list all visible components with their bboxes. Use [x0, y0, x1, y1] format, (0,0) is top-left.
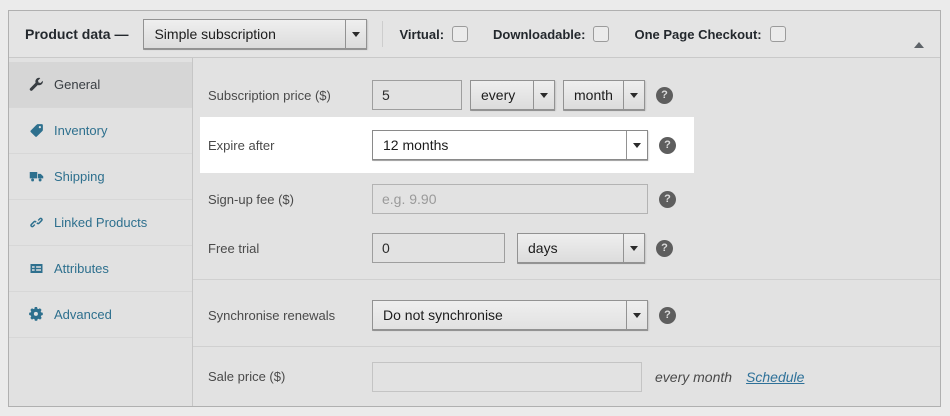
- chevron-down-icon: [623, 81, 644, 109]
- chevron-down-icon: [626, 301, 647, 329]
- subscription-price-label: Subscription price ($): [208, 87, 331, 103]
- tab-attributes-label: Attributes: [54, 261, 109, 276]
- help-icon[interactable]: ?: [659, 306, 676, 324]
- expire-after-row: Expire after 12 months ?: [193, 117, 940, 173]
- tab-general[interactable]: General: [9, 62, 192, 108]
- product-type-value: Simple subscription: [154, 26, 276, 42]
- trial-period-value: days: [528, 240, 558, 256]
- product-data-tabs: General Inventory Shipping Linked Produc…: [9, 58, 193, 406]
- chevron-down-icon: [623, 234, 644, 262]
- free-trial-input[interactable]: [372, 233, 505, 263]
- synchronise-renewals-select[interactable]: Do not synchronise: [372, 300, 648, 330]
- one-page-checkout-label: One Page Checkout:: [634, 26, 762, 42]
- chevron-down-icon: [345, 20, 366, 48]
- triangle-up-icon: [914, 25, 924, 48]
- collapse-panel-button[interactable]: [912, 19, 926, 49]
- virtual-label: Virtual:: [399, 26, 445, 42]
- sale-price-input[interactable]: [372, 361, 642, 392]
- tab-advanced-label: Advanced: [54, 307, 112, 322]
- signup-fee-row: Sign-up fee ($) ?: [193, 173, 940, 225]
- synchronise-renewals-label: Synchronise renewals: [208, 307, 336, 323]
- list-card-icon: [30, 264, 43, 273]
- tab-shipping[interactable]: Shipping: [9, 154, 192, 200]
- metabox-title: Product data —: [25, 26, 129, 42]
- chevron-down-icon: [626, 131, 647, 159]
- trial-period-select[interactable]: days: [517, 233, 645, 263]
- subscription-price-row: Subscription price ($) every month ?: [193, 58, 940, 117]
- gear-icon: [29, 307, 43, 321]
- tag-icon: [30, 124, 43, 137]
- product-type-select[interactable]: Simple subscription: [143, 19, 368, 49]
- help-icon[interactable]: ?: [656, 239, 673, 257]
- schedule-link[interactable]: Schedule: [746, 369, 804, 385]
- tab-general-label: General: [54, 77, 101, 92]
- billing-interval-select[interactable]: every: [470, 80, 555, 110]
- header-divider: [382, 21, 384, 47]
- free-trial-row: Free trial days ?: [193, 225, 940, 279]
- free-trial-label: Free trial: [208, 240, 260, 256]
- link-icon: [30, 217, 43, 228]
- product-data-metabox: Product data — Simple subscription Virtu…: [8, 10, 941, 407]
- one-page-checkout-checkbox-group: One Page Checkout:: [634, 26, 786, 42]
- one-page-checkout-checkbox[interactable]: [769, 26, 786, 42]
- wrench-icon: [29, 77, 43, 91]
- chevron-down-icon: [533, 81, 554, 109]
- downloadable-checkbox[interactable]: [593, 26, 610, 42]
- billing-period-value: month: [574, 87, 613, 103]
- virtual-checkbox-group: Virtual:: [399, 26, 469, 42]
- sale-price-label: Sale price ($): [208, 369, 286, 384]
- tab-linked-products[interactable]: Linked Products: [9, 200, 192, 246]
- metabox-body: General Inventory Shipping Linked Produc…: [9, 58, 940, 406]
- tab-attributes[interactable]: Attributes: [9, 246, 192, 292]
- help-icon[interactable]: ?: [659, 190, 676, 208]
- virtual-checkbox[interactable]: [452, 26, 469, 42]
- help-icon[interactable]: ?: [656, 86, 673, 104]
- tab-shipping-label: Shipping: [54, 169, 105, 184]
- synchronise-renewals-value: Do not synchronise: [383, 307, 503, 323]
- truck-icon: [29, 172, 44, 182]
- sale-price-period-text: every month: [655, 368, 733, 385]
- signup-fee-label: Sign-up fee ($): [208, 191, 294, 207]
- billing-period-select[interactable]: month: [563, 80, 645, 110]
- expire-after-label: Expire after: [208, 137, 275, 153]
- expire-after-value: 12 months: [383, 137, 449, 153]
- tab-inventory-label: Inventory: [54, 123, 108, 138]
- metabox-header: Product data — Simple subscription Virtu…: [9, 11, 940, 58]
- tab-advanced[interactable]: Advanced: [9, 292, 192, 338]
- expire-after-select[interactable]: 12 months: [372, 130, 648, 160]
- tab-inventory[interactable]: Inventory: [9, 108, 192, 154]
- tab-linked-products-label: Linked Products: [54, 215, 148, 230]
- help-icon[interactable]: ?: [659, 136, 676, 154]
- downloadable-label: Downloadable:: [493, 26, 586, 42]
- subscription-price-input[interactable]: [372, 80, 462, 110]
- synchronise-renewals-row: Synchronise renewals Do not synchronise …: [193, 279, 940, 347]
- signup-fee-input[interactable]: [372, 184, 648, 214]
- expire-after-highlight: Expire after 12 months ?: [200, 117, 694, 173]
- general-tab-panel: Subscription price ($) every month ? Exp…: [193, 58, 940, 406]
- billing-interval-value: every: [481, 87, 516, 103]
- downloadable-checkbox-group: Downloadable:: [493, 26, 610, 42]
- sale-price-row: Sale price ($) every month Schedule: [193, 347, 940, 406]
